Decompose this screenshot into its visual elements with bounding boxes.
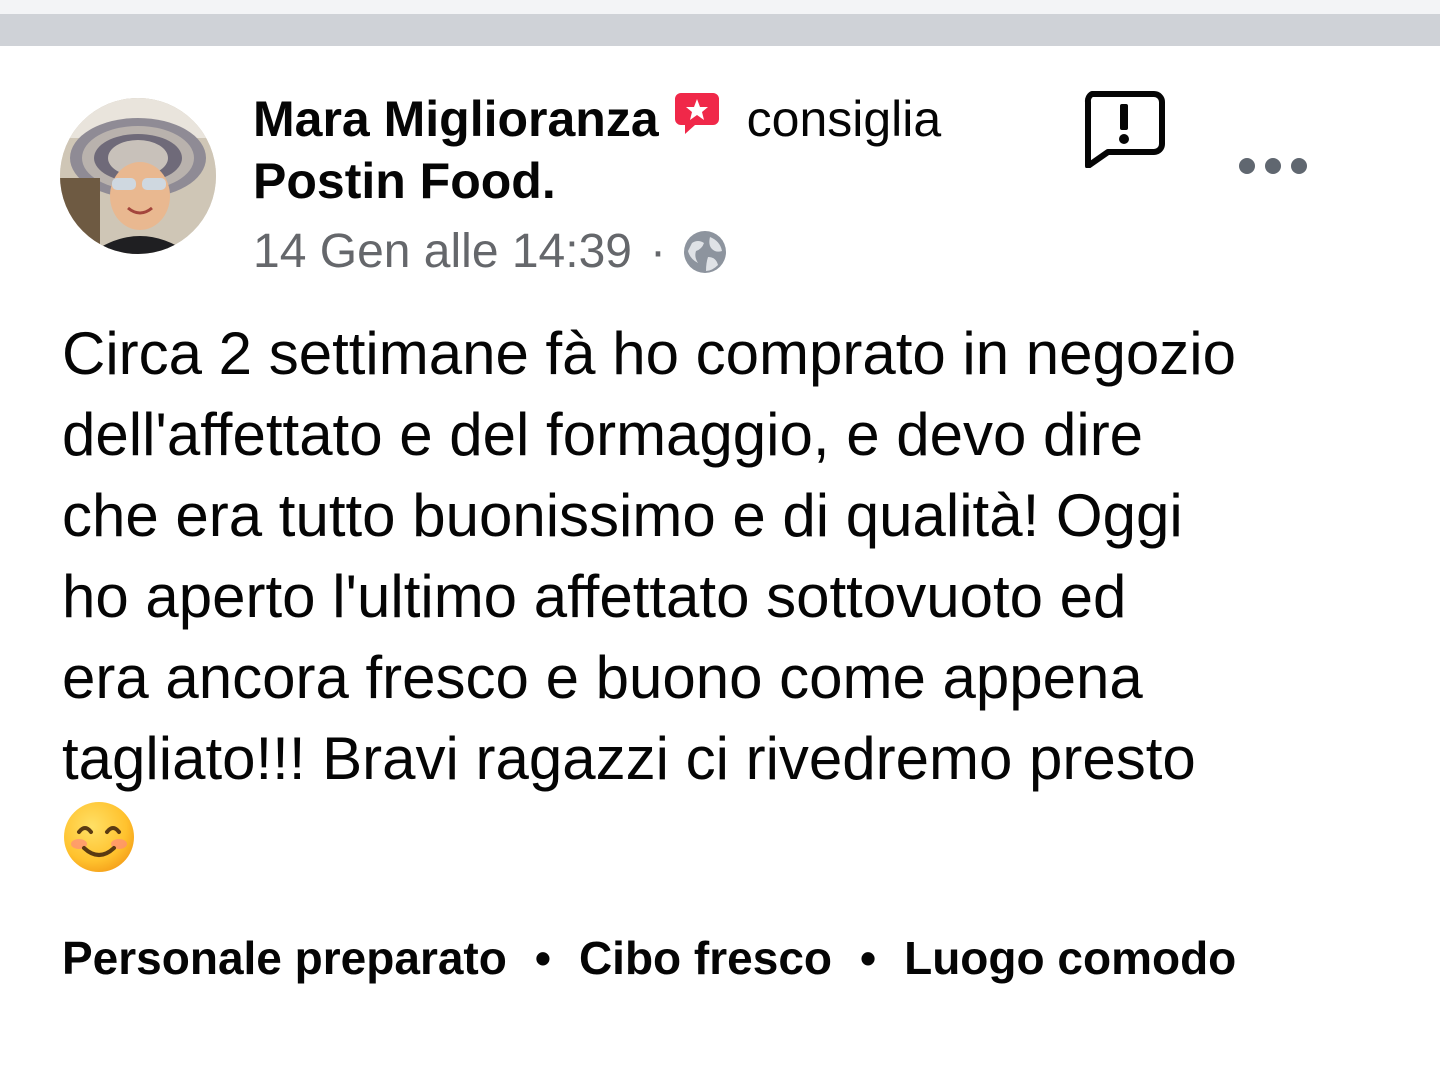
post-header: Mara Miglioranza consiglia Postin Food.	[253, 88, 1013, 212]
review-post: Mara Miglioranza consiglia Postin Food. …	[0, 46, 1440, 1075]
post-meta: 14 Gen alle 14:39 ·	[253, 222, 728, 282]
tag-item: Personale preparato	[62, 932, 507, 984]
recommend-verb: consiglia	[746, 91, 942, 147]
post-body: Circa 2 settimane fà ho comprato in nego…	[62, 320, 1236, 792]
top-bar	[0, 0, 1440, 14]
more-options-icon[interactable]	[1236, 152, 1310, 180]
author-name[interactable]: Mara Miglioranza	[253, 88, 659, 150]
header-line: Mara Miglioranza consiglia	[253, 88, 1013, 150]
feed-divider	[0, 14, 1440, 46]
tag-separator: •	[534, 932, 551, 984]
tag-item: Cibo fresco	[578, 932, 832, 984]
tag-item: Luogo comodo	[904, 932, 1237, 984]
report-flag-icon[interactable]	[1082, 90, 1166, 169]
avatar[interactable]	[60, 98, 216, 254]
timestamp[interactable]: 14 Gen alle 14:39	[253, 222, 632, 282]
review-tags: Personale preparato • Cibo fresco • Luog…	[62, 926, 1236, 990]
tag-separator: •	[860, 932, 877, 984]
meta-separator: ·	[649, 225, 666, 278]
recommend-badge-icon	[673, 89, 721, 137]
globe-icon	[682, 229, 728, 275]
smiling-face-icon	[62, 800, 136, 874]
page-name[interactable]: Postin Food.	[253, 150, 1013, 212]
